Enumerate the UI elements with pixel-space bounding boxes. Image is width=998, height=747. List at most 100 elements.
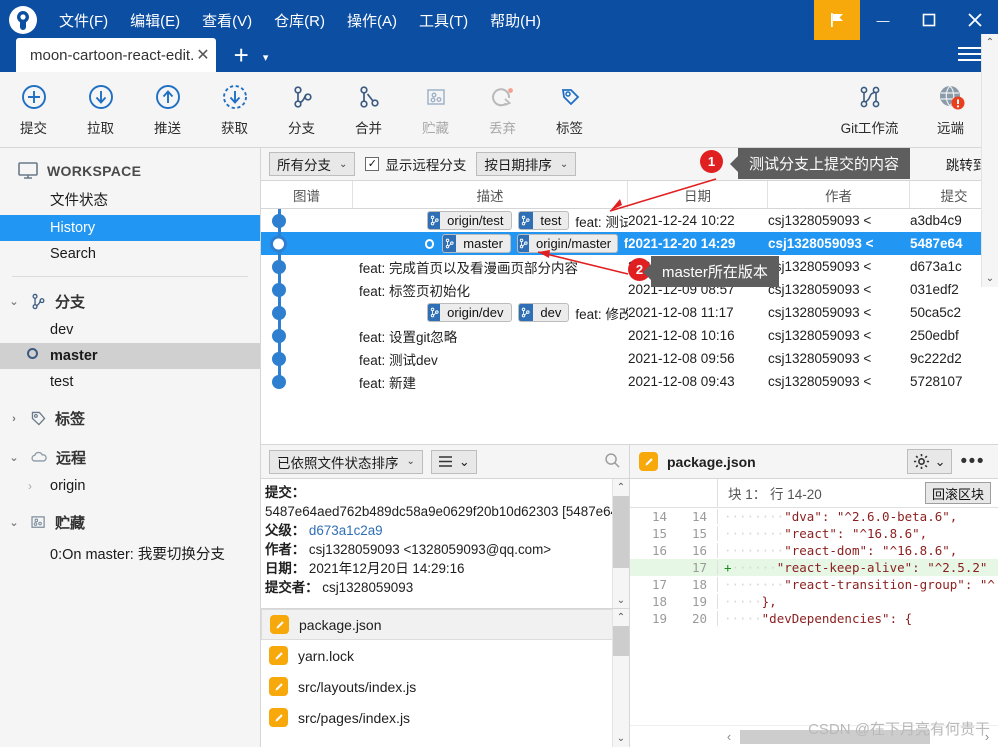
ref-tag[interactable]: origin/master xyxy=(517,234,618,253)
diff-lines[interactable]: 14 14 ········"dva": "^2.6.0-beta.6", 15… xyxy=(630,508,998,725)
ref-tag[interactable]: origin/dev xyxy=(427,303,512,322)
graph-cell xyxy=(261,232,353,255)
table-row[interactable]: origin/dev dev feat: 修改 2021-12-08 11:17… xyxy=(261,301,998,324)
column-header-author[interactable]: 作者 xyxy=(768,181,910,208)
chevron-down-icon[interactable]: ⌄ xyxy=(6,516,22,529)
toolbar-stash-button[interactable]: 贮藏 xyxy=(402,82,469,137)
scrollbar-rail[interactable] xyxy=(613,656,629,730)
toolbar-commit-button[interactable]: 提交 xyxy=(0,82,67,137)
chevron-down-icon[interactable]: ⌄ xyxy=(6,295,22,308)
sidebar-branch-test[interactable]: test xyxy=(0,369,260,395)
toolbar-fetch-button[interactable]: 获取 xyxy=(201,82,268,137)
menu-item-edit[interactable]: 编辑(E) xyxy=(119,7,191,34)
parent-hash-link[interactable]: d673a1c2a9 xyxy=(309,523,383,538)
ref-tag[interactable]: origin/test xyxy=(427,211,512,230)
chevron-right-icon[interactable]: › xyxy=(6,413,22,425)
sort-order-dropdown[interactable]: 按日期排序 ⌄ xyxy=(476,152,577,176)
toolbar-merge-button[interactable]: 合并 xyxy=(335,82,402,137)
commit-date: 2021-12-08 09:43 xyxy=(628,374,735,389)
list-view-button[interactable]: ⌄ xyxy=(430,449,477,474)
list-item[interactable]: src/layouts/index.js xyxy=(261,671,629,702)
chevron-down-icon[interactable]: ⌄ xyxy=(6,451,22,464)
toolbar-branch-button[interactable]: 分支 xyxy=(268,82,335,137)
sidebar-group-branches[interactable]: ⌄ 分支 xyxy=(0,286,260,317)
column-header-date[interactable]: 日期 xyxy=(628,181,768,208)
diff-settings-button[interactable]: ⌄ xyxy=(906,449,952,474)
chevron-down-icon[interactable]: ▾ xyxy=(263,51,269,72)
toolbar-discard-button[interactable]: 丢弃 xyxy=(469,82,536,137)
file-list-scrollbar[interactable]: ⌃ ⌄ xyxy=(612,609,629,747)
toolbar-remote-button[interactable]: 远端 xyxy=(917,82,984,137)
sidebar-item-history[interactable]: History xyxy=(0,215,260,241)
table-row[interactable]: feat: 新建 2021-12-08 09:43 csj1328059093 … xyxy=(261,370,998,393)
list-item[interactable]: package.json xyxy=(261,609,629,640)
more-dots-icon[interactable]: ••• xyxy=(961,452,989,471)
menu-item-file[interactable]: 文件(F) xyxy=(48,7,119,34)
list-item[interactable]: src/pages/index.js xyxy=(261,702,629,733)
maximize-button[interactable] xyxy=(906,0,952,40)
column-header-description[interactable]: 描述 xyxy=(353,181,628,208)
scrollbar-thumb[interactable] xyxy=(613,496,629,568)
menu-item-actions[interactable]: 操作(A) xyxy=(336,7,408,34)
graph-node-head xyxy=(270,235,287,252)
table-row[interactable]: feat: 标签页初始化 2021-12-09 08:57 csj1328059… xyxy=(261,278,998,301)
sidebar-stash-item-0[interactable]: 0:On master: 我要切换分支 xyxy=(0,538,260,569)
scroll-down-arrow-icon[interactable]: ⌄ xyxy=(613,730,629,747)
revert-hunk-button[interactable]: 回滚区块 xyxy=(924,482,991,504)
scroll-up-arrow-icon[interactable]: ⌃ xyxy=(613,479,629,496)
menu-item-repository[interactable]: 仓库(R) xyxy=(263,7,336,34)
scrollbar-thumb[interactable] xyxy=(613,626,629,656)
sidebar-remote-origin[interactable]: › origin xyxy=(0,473,260,499)
menu-item-tools[interactable]: 工具(T) xyxy=(408,7,479,34)
menu-item-help[interactable]: 帮助(H) xyxy=(479,7,552,34)
branch-filter-dropdown[interactable]: 所有分支 ⌄ xyxy=(269,152,356,176)
sidebar-branch-master[interactable]: master xyxy=(0,343,260,369)
flag-icon[interactable] xyxy=(814,0,860,40)
sidebar-item-file-status[interactable]: 文件状态 xyxy=(0,184,260,215)
ref-tag[interactable]: dev xyxy=(517,303,570,322)
ref-tag[interactable]: master xyxy=(442,234,511,253)
search-icon[interactable] xyxy=(604,452,621,472)
column-header-graph[interactable]: 图谱 xyxy=(261,181,353,208)
sidebar-group-remotes[interactable]: ⌄ 远程 xyxy=(0,442,260,473)
menu-item-view[interactable]: 查看(V) xyxy=(191,7,263,34)
changed-file-list[interactable]: package.json yarn.lock src/layouts/index… xyxy=(261,609,629,747)
new-line-number: 16 xyxy=(674,543,718,558)
graph-cell xyxy=(261,324,353,347)
commit-hash-label: 提交： xyxy=(265,485,306,500)
scroll-down-arrow-icon[interactable]: ⌄ xyxy=(982,270,998,287)
repo-tab[interactable]: moon-cartoon-react-edit. ✕ xyxy=(16,38,216,72)
chevron-right-icon[interactable]: › xyxy=(28,479,32,493)
scroll-down-arrow-icon[interactable]: ⌄ xyxy=(613,592,629,608)
list-item[interactable]: yarn.lock xyxy=(261,640,629,671)
minimize-button[interactable]: — xyxy=(860,0,906,40)
scrollbar-rail[interactable] xyxy=(982,51,998,270)
diff-line: 18 19 ·····}, xyxy=(630,593,998,610)
scroll-up-arrow-icon[interactable]: ⌃ xyxy=(613,609,629,626)
toolbar-tag-button[interactable]: 标签 xyxy=(536,82,603,137)
table-row[interactable]: feat: 设置git忽略 2021-12-08 10:16 csj132805… xyxy=(261,324,998,347)
diff-vertical-scrollbar[interactable]: ⌃ ⌄ xyxy=(981,34,998,287)
table-row[interactable]: master origin/master f 2021-12-20 14:29 … xyxy=(261,232,998,255)
show-remote-branches-checkbox[interactable]: ✓ 显示远程分支 xyxy=(365,154,466,174)
scroll-up-arrow-icon[interactable]: ⌃ xyxy=(982,34,998,51)
scroll-left-arrow-icon[interactable]: ‹ xyxy=(718,729,740,744)
table-row[interactable]: feat: 测试dev 2021-12-08 09:56 csj13280590… xyxy=(261,347,998,370)
window-controls: — xyxy=(814,0,998,40)
toolbar-push-button[interactable]: 推送 xyxy=(134,82,201,137)
ref-tag[interactable]: test xyxy=(517,211,570,230)
commit-info-scrollbar[interactable]: ⌃ ⌄ xyxy=(612,479,629,608)
scrollbar-rail[interactable] xyxy=(613,568,629,592)
close-icon[interactable]: ✕ xyxy=(196,45,209,65)
file-sort-dropdown[interactable]: 已依照文件状态排序 ⌄ xyxy=(269,449,423,474)
toolbar-pull-button[interactable]: 拉取 xyxy=(67,82,134,137)
sidebar-item-search[interactable]: Search xyxy=(0,241,260,267)
sidebar-branch-dev[interactable]: dev xyxy=(0,317,260,343)
table-row[interactable]: feat: 完成首页以及看漫画页部分内容 2021-12-13 11:40 cs… xyxy=(261,255,998,278)
table-row[interactable]: origin/test test feat: 测试 2021-12-24 10:… xyxy=(261,209,998,232)
commit-list[interactable]: origin/test test feat: 测试 2021-12-24 10:… xyxy=(261,209,998,444)
new-tab-button[interactable]: + xyxy=(216,42,263,72)
toolbar-gitflow-button[interactable]: Git工作流 xyxy=(822,82,917,137)
sidebar-group-tags[interactable]: › 标签 xyxy=(0,403,260,434)
sidebar-group-stashes[interactable]: ⌄ 贮藏 xyxy=(0,507,260,538)
